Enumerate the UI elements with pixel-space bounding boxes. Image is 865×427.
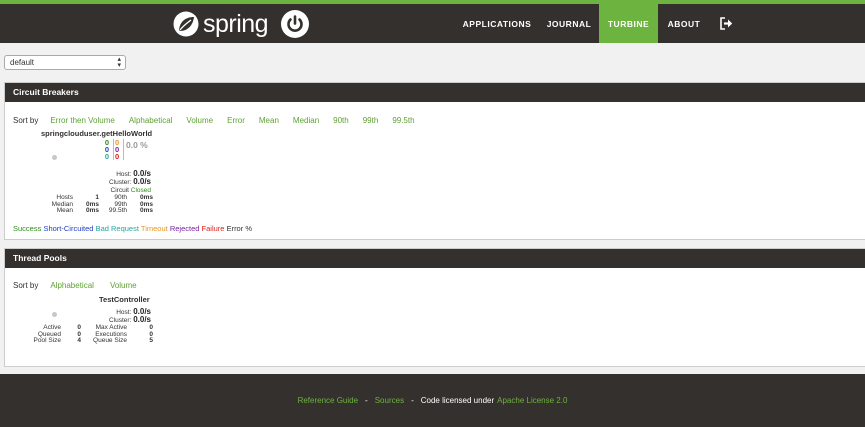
pool-sort-label: Sort by <box>13 281 39 290</box>
sort-error[interactable]: Error <box>227 116 245 125</box>
sort-99-5th[interactable]: 99.5th <box>392 116 414 125</box>
count-failure: 0 <box>115 152 120 161</box>
circuit-error-pct: 0.0 % <box>126 140 148 150</box>
pool-cluster-rate-row: Cluster: 0.0/s <box>65 315 151 324</box>
license-text: Code licensed under <box>420 396 495 405</box>
thread-pools-title: Thread Pools <box>5 249 865 268</box>
circuit-name: springclouduser.getHelloWorld <box>41 129 153 138</box>
circuit-cluster-rate: 0.0/s <box>133 177 151 186</box>
legend-rejected: Rejected <box>169 224 200 233</box>
logout-icon <box>720 17 733 30</box>
footer-separator-1: - <box>365 396 368 405</box>
pool-name: TestController <box>99 295 150 304</box>
circuit-status-prefix: Circuit <box>110 187 129 194</box>
apache-license-link[interactable]: Apache License 2.0 <box>497 396 567 405</box>
reference-guide-link[interactable]: Reference Guide <box>298 396 358 405</box>
power-icon <box>281 10 310 38</box>
stat-99-5th-label: 99.5th <box>108 207 127 214</box>
stat-99-5th: 0ms <box>139 207 153 214</box>
spring-logo[interactable]: spring <box>172 8 310 40</box>
counts-divider-2 <box>123 139 124 160</box>
navbar: spring APPLICATIONS JOURNAL TURBINE ABOU… <box>0 4 865 43</box>
legend-failure: Failure <box>201 224 225 233</box>
circuit-cluster-label: Cluster: <box>108 179 132 186</box>
counts-divider-1 <box>113 139 114 160</box>
circuit-counts-left: 0 0 0 <box>101 139 109 161</box>
sources-link[interactable]: Sources <box>375 396 404 405</box>
stat-pool-size-label: Pool Size <box>33 337 61 344</box>
sort-median[interactable]: Median <box>293 116 319 125</box>
legend-error-pct: Error % <box>226 224 252 233</box>
stat-queue-size-label: Queue Size <box>93 337 127 344</box>
stream-select-value: default <box>10 58 35 67</box>
footer-separator-2: - <box>411 396 414 405</box>
sort-90th[interactable]: 90th <box>333 116 349 125</box>
circuit-sort-row: Sort by Error then Volume Alphabetical V… <box>13 116 415 125</box>
footer: Reference Guide - Sources - Code license… <box>0 374 865 427</box>
spring-leaf-icon <box>173 11 199 37</box>
circuit-counts-right: 0 0 0 <box>115 139 123 161</box>
logout-button[interactable] <box>712 4 740 43</box>
circuit-cluster-rate-row: Cluster: 0.0/s <box>65 177 151 186</box>
legend-timeout: Timeout <box>140 224 168 233</box>
pool-health-dot <box>52 312 57 317</box>
circuit-legend: Success Short-Circuited Bad Request Time… <box>13 224 252 233</box>
legend-short-circuited: Short-Circuited <box>43 224 94 233</box>
nav-about[interactable]: ABOUT <box>662 4 706 43</box>
nav-applications[interactable]: APPLICATIONS <box>459 4 535 43</box>
pool-sort-row: Sort by Alphabetical Volume <box>13 281 137 290</box>
select-arrows-icon: ▴ ▾ <box>117 56 121 69</box>
nav-turbine[interactable]: TURBINE <box>599 4 658 43</box>
sort-mean[interactable]: Mean <box>259 116 279 125</box>
circuit-health-dot <box>52 155 57 160</box>
sort-error-then-volume[interactable]: Error then Volume <box>50 116 114 125</box>
legend-bad-request: Bad Request <box>95 224 139 233</box>
legend-success: Success <box>13 224 42 233</box>
pool-sort-alphabetical[interactable]: Alphabetical <box>50 281 94 290</box>
thread-pools-panel: Thread Pools Sort by Alphabetical Volume… <box>4 248 865 367</box>
stat-mean: 0ms <box>85 207 99 214</box>
stream-select[interactable]: default ▴ ▾ <box>4 55 126 70</box>
circuit-breakers-panel: Circuit Breakers Sort by Error then Volu… <box>4 82 865 240</box>
circuit-sort-label: Sort by <box>13 116 39 125</box>
stat-queue-size: 5 <box>149 337 153 344</box>
sort-alphabetical[interactable]: Alphabetical <box>129 116 173 125</box>
pool-sort-volume[interactable]: Volume <box>110 281 137 290</box>
stat-mean-label: Mean <box>56 207 73 214</box>
pool-cluster-rate: 0.0/s <box>133 315 151 324</box>
sort-99th[interactable]: 99th <box>363 116 379 125</box>
sort-volume[interactable]: Volume <box>186 116 213 125</box>
circuit-breakers-title: Circuit Breakers <box>5 83 865 102</box>
circuit-status-row: Circuit Closed <box>65 187 151 194</box>
stat-pool-size: 4 <box>77 337 81 344</box>
pool-cluster-label: Cluster: <box>108 317 132 324</box>
circuit-status: Closed <box>130 187 151 194</box>
brand-name: spring <box>203 9 269 38</box>
nav-journal[interactable]: JOURNAL <box>541 4 597 43</box>
count-bad-request: 0 <box>104 152 109 161</box>
